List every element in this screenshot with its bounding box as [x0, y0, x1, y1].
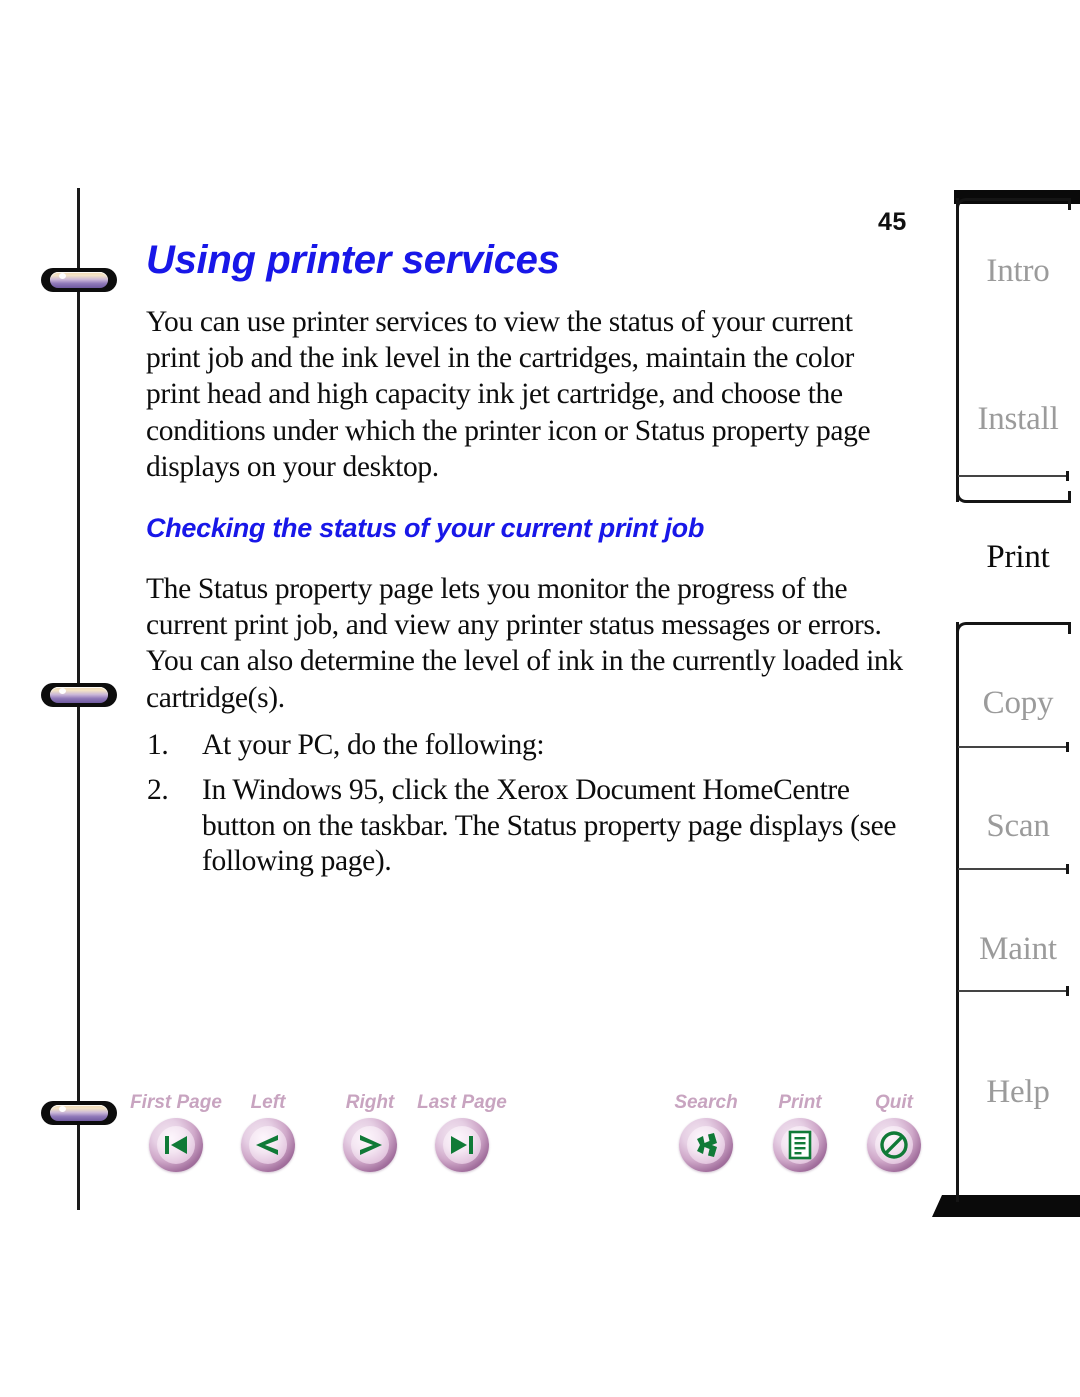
sidebar-item-maint[interactable]: Maint	[956, 930, 1080, 968]
sidebar-item-install[interactable]: Install	[956, 400, 1080, 438]
sidebar-item-intro[interactable]: Intro	[956, 252, 1080, 290]
quit-disc	[867, 1118, 921, 1172]
next-page-icon	[343, 1118, 397, 1172]
sidebar-item-scan[interactable]: Scan	[956, 807, 1080, 845]
list-item: 2. In Windows 95, click the Xerox Docume…	[146, 773, 906, 880]
binder-ring-bar	[50, 272, 108, 288]
quit-button[interactable]: Quit	[848, 1092, 940, 1172]
step-number: 2.	[147, 774, 169, 807]
first-page-label: First Page	[130, 1092, 222, 1113]
print-label: Print	[778, 1092, 822, 1113]
tab-rail: Intro Install Print Copy Scan Maint Help	[932, 190, 1080, 1220]
page-number: 45	[878, 208, 907, 236]
numbered-steps: 1. At your PC, do the following: 2. In W…	[146, 728, 906, 880]
first-page-disc	[149, 1118, 203, 1172]
tab-bracket-top	[956, 198, 1071, 214]
previous-page-button[interactable]: Left	[222, 1092, 314, 1172]
page-content: Using printer services You can use print…	[146, 236, 906, 880]
tab-rail-bottom-cap	[932, 1195, 1080, 1217]
tab-divider	[958, 986, 1069, 996]
last-page-label: Last Page	[417, 1092, 507, 1113]
next-page-disc	[343, 1118, 397, 1172]
first-page-icon	[149, 1118, 203, 1172]
search-icon	[679, 1118, 733, 1172]
sidebar-item-copy[interactable]: Copy	[956, 684, 1080, 722]
next-page-label: Right	[345, 1092, 395, 1113]
page-title: Using printer services	[146, 238, 560, 282]
step-text: At your PC, do the following:	[202, 728, 545, 761]
binder-ring-highlight	[59, 688, 67, 695]
last-page-disc	[435, 1118, 489, 1172]
binder-ring	[41, 683, 117, 707]
tab-divider	[958, 864, 1069, 874]
section-subtitle: Checking the status of your current prin…	[146, 513, 705, 544]
binder-ring	[41, 268, 117, 292]
sidebar-item-print[interactable]: Print	[956, 538, 1080, 576]
search-disc	[679, 1118, 733, 1172]
quit-label: Quit	[875, 1092, 913, 1113]
search-label: Search	[674, 1092, 738, 1113]
previous-page-disc	[241, 1118, 295, 1172]
tab-divider	[958, 471, 1069, 481]
print-button[interactable]: Print	[754, 1092, 846, 1172]
last-page-icon	[435, 1118, 489, 1172]
tab-divider	[958, 742, 1069, 752]
search-button[interactable]: Search	[660, 1092, 752, 1172]
tab-bracket-close-upper	[956, 487, 1071, 503]
quit-icon	[867, 1118, 921, 1172]
print-disc	[773, 1118, 827, 1172]
tab-rail-spine-upper	[956, 198, 959, 502]
binder-ring	[41, 1101, 117, 1125]
previous-page-icon	[241, 1118, 295, 1172]
binder-ring-highlight	[59, 273, 67, 280]
binder-ring-highlight	[59, 1106, 67, 1113]
step-text: In Windows 95, click the Xerox Document …	[202, 774, 897, 878]
print-icon	[773, 1118, 827, 1172]
first-page-button[interactable]: First Page	[130, 1092, 222, 1172]
intro-paragraph: You can use printer services to view the…	[146, 306, 871, 483]
binder-ring-bar	[50, 1105, 108, 1121]
step-number: 1.	[147, 728, 169, 761]
binder-ring-bar	[50, 687, 108, 703]
next-page-button[interactable]: Right	[324, 1092, 416, 1172]
status-paragraph: The Status property page lets you monito…	[146, 573, 903, 714]
previous-page-label: Left	[250, 1092, 286, 1113]
sidebar-item-help[interactable]: Help	[956, 1073, 1080, 1111]
navigation-toolbar: First Page Left Right Last Page Search P…	[130, 1092, 921, 1192]
last-page-button[interactable]: Last Page	[416, 1092, 508, 1172]
tab-bracket-lower-top	[956, 622, 1071, 638]
list-item: 1. At your PC, do the following:	[146, 728, 906, 764]
